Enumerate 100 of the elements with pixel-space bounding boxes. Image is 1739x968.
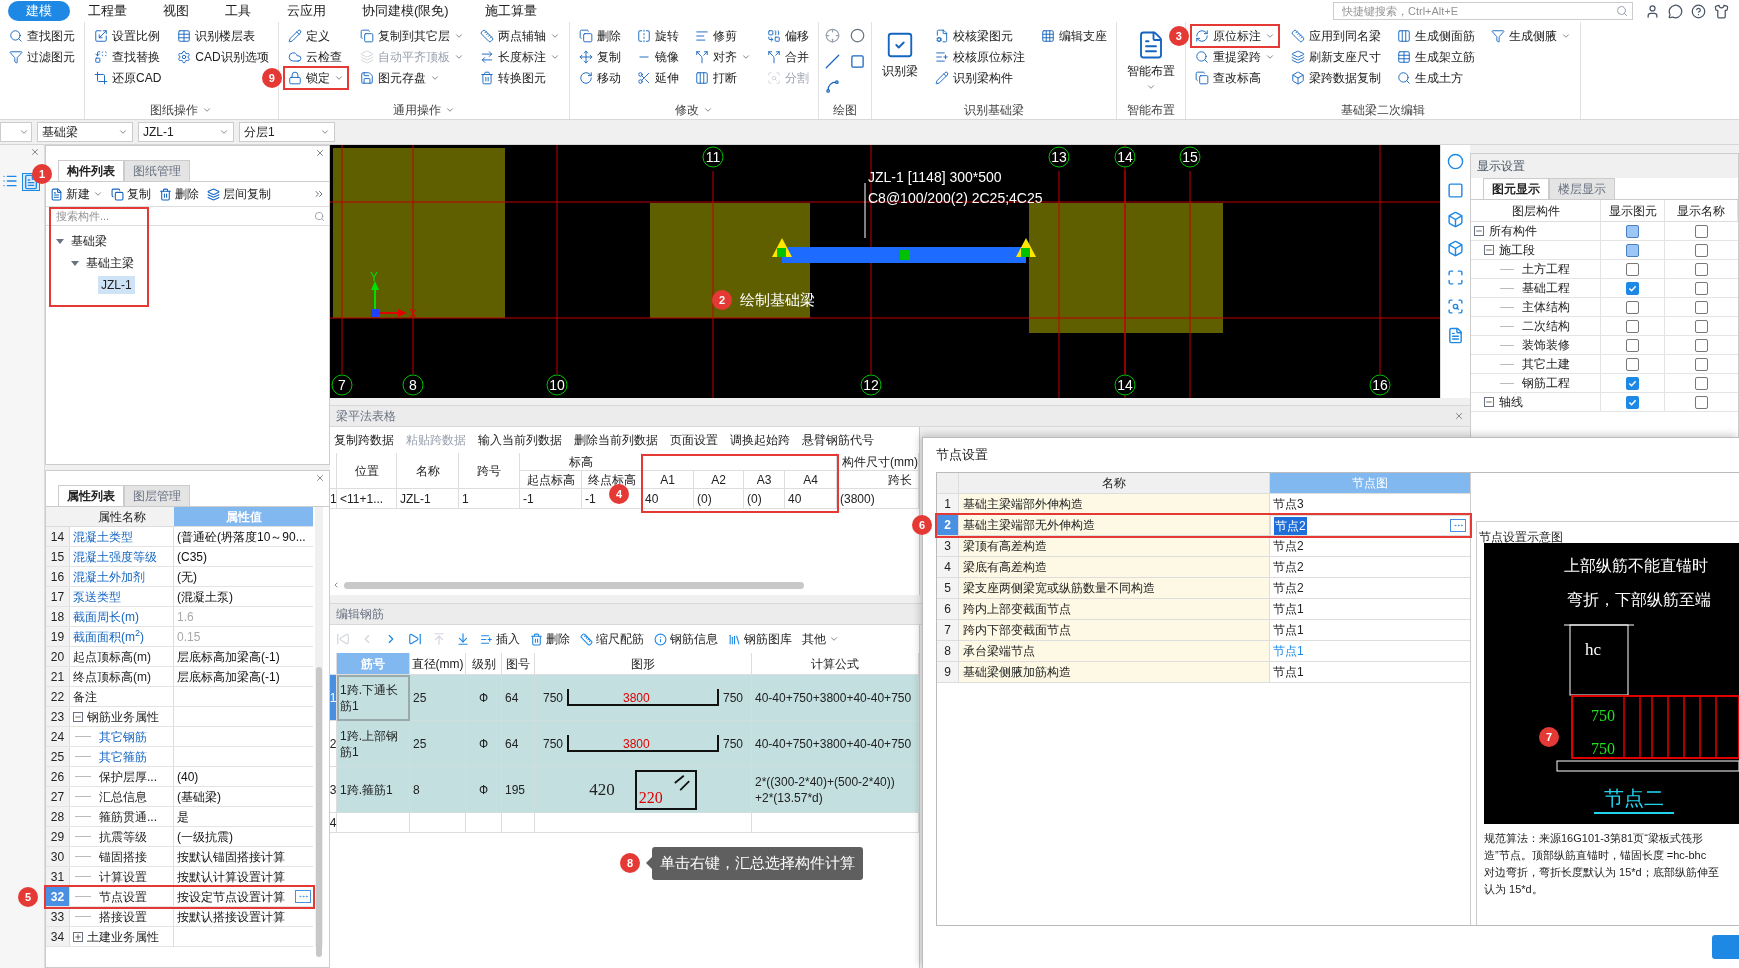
- toolbar-button[interactable]: 删除: [530, 630, 570, 648]
- tree-item[interactable]: JZL-1: [98, 276, 135, 294]
- toolbar-button[interactable]: 新建: [50, 185, 103, 203]
- checkbox[interactable]: [1695, 224, 1708, 238]
- ribbon-button[interactable]: 偏移: [763, 26, 812, 46]
- table-cell[interactable]: 1跨.箍筋1: [337, 767, 410, 813]
- more-options-button[interactable]: [1450, 519, 1466, 532]
- panel-tab[interactable]: 图层管理: [124, 485, 190, 506]
- move-down-icon[interactable]: [456, 632, 470, 646]
- toolbar-button[interactable]: 悬臂钢筋代号: [802, 431, 874, 449]
- zoom-icon[interactable]: [1447, 298, 1464, 315]
- table-cell[interactable]: 25: [410, 721, 466, 767]
- square-icon[interactable]: [1447, 182, 1464, 199]
- collapse-toggle-icon[interactable]: [1474, 226, 1484, 236]
- node-value[interactable]: 节点2: [1274, 516, 1307, 535]
- checkbox[interactable]: [1626, 300, 1639, 314]
- table-cell[interactable]: (0): [744, 489, 785, 509]
- ribbon-button[interactable]: 云检查: [284, 47, 347, 67]
- toolbar-button[interactable]: 复制跨数据: [334, 431, 394, 449]
- checkbox[interactable]: [1626, 262, 1639, 276]
- checkbox[interactable]: [1695, 338, 1708, 352]
- table-cell[interactable]: 1: [459, 489, 520, 509]
- property-value[interactable]: 层底标高加梁高(-1): [177, 667, 280, 686]
- property-value[interactable]: 按默认锚固搭接计算: [177, 847, 285, 866]
- ribbon-button[interactable]: 查找图元: [6, 26, 78, 46]
- circle-icon[interactable]: [1447, 153, 1464, 170]
- table-cell[interactable]: (0): [694, 489, 744, 509]
- quick-search-field[interactable]: 快捷键搜索，Ctrl+Alt+E: [1333, 2, 1633, 20]
- grip-handle[interactable]: [900, 250, 910, 260]
- panel-tab[interactable]: 图纸管理: [124, 160, 190, 181]
- dropdown-field[interactable]: 基础梁: [37, 122, 133, 142]
- toolbar-button[interactable]: 钢筋信息: [654, 630, 718, 648]
- menu-tab[interactable]: 视图: [145, 1, 207, 21]
- menu-tab[interactable]: 施工算量: [466, 1, 555, 21]
- ribbon-button[interactable]: 镜像: [633, 47, 682, 67]
- ribbon-button[interactable]: 查找替换: [91, 47, 165, 67]
- tree-item[interactable]: 基础梁: [68, 232, 110, 250]
- checkbox[interactable]: [1695, 262, 1708, 276]
- node-value[interactable]: 节点2: [1273, 537, 1304, 555]
- expand-arrow-icon[interactable]: [56, 238, 64, 244]
- checkbox[interactable]: [1695, 376, 1708, 390]
- ribbon-button[interactable]: 移动: [575, 68, 624, 88]
- user-icon[interactable]: [1645, 3, 1660, 19]
- checkbox[interactable]: [1626, 243, 1639, 257]
- panel-tab[interactable]: 构件列表: [58, 160, 124, 181]
- property-value[interactable]: (40): [177, 767, 199, 786]
- toolbar-button[interactable]: 钢筋图库: [728, 630, 792, 648]
- property-value[interactable]: 是: [177, 807, 189, 826]
- cube-icon[interactable]: [1447, 211, 1464, 228]
- table-cell[interactable]: 40: [785, 489, 837, 509]
- cube-icon[interactable]: [1447, 240, 1464, 257]
- ribbon-button[interactable]: 生成架立筋: [1393, 47, 1478, 67]
- scrollbar-thumb[interactable]: [316, 667, 322, 957]
- menu-tab[interactable]: 建模: [8, 1, 70, 21]
- ribbon-button[interactable]: 重提梁跨: [1191, 47, 1278, 67]
- panel-tab[interactable]: 属性列表: [58, 485, 124, 506]
- ribbon-button[interactable]: 校核梁图元: [931, 26, 1028, 46]
- ribbon-button[interactable]: 锁定: [284, 68, 347, 88]
- checkbox[interactable]: [1626, 319, 1639, 333]
- ribbon-button[interactable]: 合并: [763, 47, 812, 67]
- property-value[interactable]: (基础梁): [177, 787, 221, 806]
- ribbon-button[interactable]: 识别梁构件: [931, 68, 1028, 88]
- close-icon[interactable]: [315, 148, 325, 158]
- ribbon-button[interactable]: 复制: [575, 47, 624, 67]
- table-cell[interactable]: 64: [502, 675, 535, 721]
- ribbon-button[interactable]: 过滤图元: [6, 47, 78, 67]
- more-icon[interactable]: [313, 188, 325, 200]
- search-field[interactable]: 搜索构件...: [46, 206, 329, 226]
- ribbon-button[interactable]: 梁跨数据复制: [1287, 68, 1384, 88]
- dropdown-field[interactable]: JZL-1: [138, 122, 234, 142]
- collapse-toggle-icon[interactable]: [1484, 397, 1494, 407]
- expand-arrow-icon[interactable]: [71, 260, 79, 266]
- table-cell[interactable]: [466, 813, 502, 833]
- point-icon[interactable]: [824, 28, 840, 43]
- ribbon-button[interactable]: 生成侧腋: [1487, 26, 1574, 46]
- ribbon-button[interactable]: 定义: [284, 26, 347, 46]
- checkbox[interactable]: [1626, 281, 1639, 295]
- ribbon-button[interactable]: 原位标注: [1191, 26, 1278, 46]
- list-icon[interactable]: [2, 173, 18, 189]
- ribbon-button[interactable]: 转换图元: [476, 68, 563, 88]
- checkbox[interactable]: [1626, 395, 1639, 409]
- ribbon-button[interactable]: 识别楼层表: [174, 26, 272, 46]
- ribbon-button[interactable]: 编辑支座: [1037, 26, 1110, 46]
- ribbon-button[interactable]: 还原CAD: [91, 68, 165, 88]
- node-value[interactable]: 节点1: [1273, 621, 1304, 639]
- ribbon-button[interactable]: 图元存盘: [356, 68, 467, 88]
- table-cell[interactable]: 25: [410, 675, 466, 721]
- ribbon-button[interactable]: 复制到其它层: [356, 26, 467, 46]
- toolbar-button[interactable]: 层间复制: [207, 185, 271, 203]
- table-cell[interactable]: 195: [502, 767, 535, 813]
- checkbox[interactable]: [1695, 319, 1708, 333]
- panel-tab[interactable]: 楼层显示: [1549, 178, 1615, 199]
- more-options-button[interactable]: [295, 890, 311, 903]
- dropdown-field[interactable]: 分层1: [239, 122, 335, 142]
- rectangle-icon[interactable]: [849, 53, 865, 69]
- checkbox[interactable]: [1626, 338, 1639, 352]
- table-cell[interactable]: [752, 813, 919, 833]
- property-value[interactable]: 层底标高加梁高(-1): [177, 647, 280, 666]
- ribbon-button[interactable]: 设置比例: [91, 26, 165, 46]
- property-value[interactable]: 按默认计算设置计算: [177, 867, 285, 886]
